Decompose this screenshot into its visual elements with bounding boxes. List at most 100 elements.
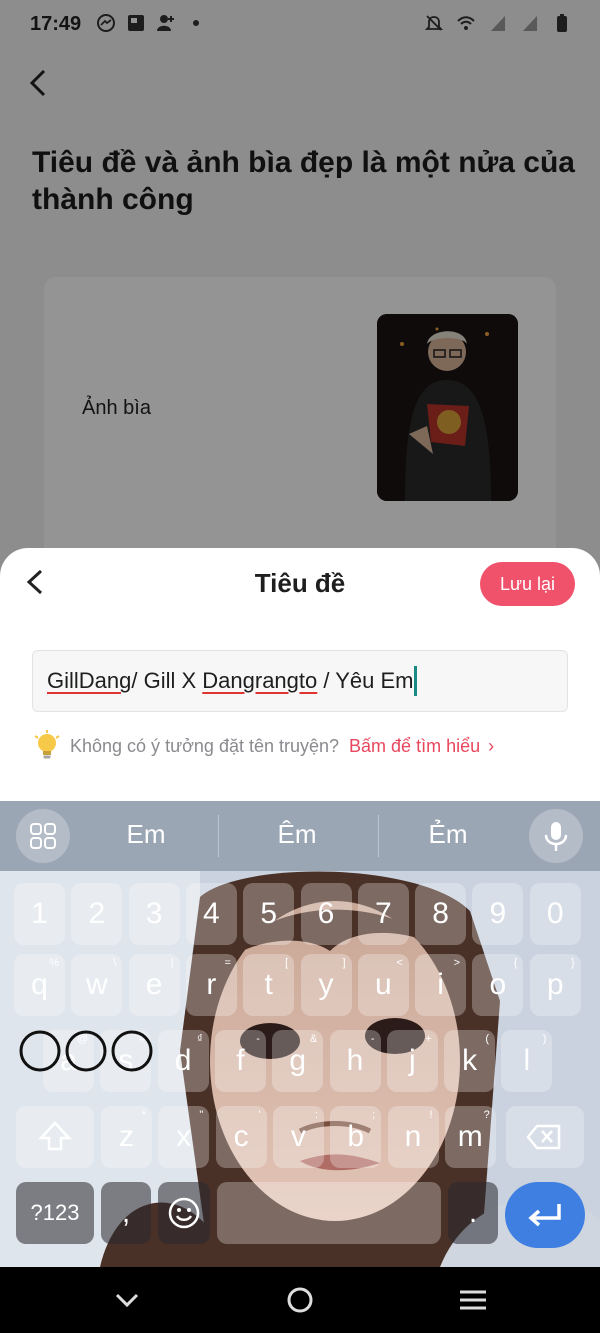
number-key[interactable]: 0: [529, 883, 581, 945]
key-hint: ): [542, 1033, 547, 1045]
letter-key[interactable]: v:: [272, 1106, 324, 1168]
letter-key[interactable]: w \: [71, 954, 123, 1016]
comma-key[interactable]: ,: [101, 1182, 151, 1244]
suggestion-word[interactable]: Em: [71, 819, 221, 850]
letter-key[interactable]: i >: [415, 954, 467, 1016]
learn-more-link[interactable]: Bấm để tìm hiểu: [349, 736, 480, 757]
key-label: j: [408, 1044, 416, 1077]
key-hint: >: [453, 957, 461, 969]
letter-key[interactable]: p}: [529, 954, 581, 1016]
key-label: r: [206, 968, 217, 1001]
symbols-key[interactable]: ?123: [16, 1182, 94, 1244]
suggestion-bar: Em Êm Ẻm: [0, 801, 600, 871]
letter-key[interactable]: c ': [215, 1106, 267, 1168]
letter-key[interactable]: t[: [243, 954, 295, 1016]
key-label: 2: [88, 897, 106, 930]
lightbulb-icon: [34, 730, 60, 759]
letter-key[interactable]: m?: [444, 1106, 496, 1168]
suggestion-word[interactable]: Ẻm: [373, 819, 523, 850]
hint-text: Không có ý tưởng đặt tên truyện?: [70, 735, 340, 756]
input-text-segment: / Yêu Em: [317, 668, 414, 693]
number-key[interactable]: 7: [357, 883, 409, 945]
letter-key[interactable]: u <: [357, 954, 409, 1016]
shift-key[interactable]: [16, 1106, 94, 1168]
emoji-icon: [168, 1197, 200, 1229]
key-label: l: [523, 1044, 531, 1077]
key-label: t: [264, 968, 273, 1001]
letter-key[interactable]: h-: [329, 1030, 381, 1092]
backspace-key[interactable]: [506, 1106, 584, 1168]
key-label: b: [347, 1120, 365, 1153]
key-hint: \: [113, 957, 117, 969]
letter-key[interactable]: y]: [300, 954, 352, 1016]
key-label: 7: [374, 897, 392, 930]
dim-overlay[interactable]: [0, 0, 600, 600]
letter-key[interactable]: f-: [214, 1030, 266, 1092]
input-text-segment: GillDang: [47, 668, 132, 693]
number-key[interactable]: 1: [14, 883, 65, 945]
letter-key[interactable]: l): [501, 1030, 553, 1092]
letter-key[interactable]: z *: [101, 1106, 152, 1168]
key-hint: *: [141, 1109, 146, 1121]
key-hint: %: [49, 957, 59, 969]
suggestion-word[interactable]: Êm: [222, 819, 372, 850]
save-button[interactable]: Lưu lại: [480, 562, 575, 606]
period-key[interactable]: .: [448, 1182, 498, 1244]
letter-key[interactable]: r =: [185, 954, 237, 1016]
number-key[interactable]: 4: [185, 883, 237, 945]
key-label: c: [233, 1120, 249, 1153]
home-circle-icon[interactable]: [284, 1284, 316, 1316]
key-label: 1: [31, 897, 48, 930]
letter-key[interactable]: k(: [444, 1030, 496, 1092]
chevron-right-icon[interactable]: ›: [488, 736, 494, 757]
title-input[interactable]: GillDang / Gill X Dangrangto / Yêu Em: [32, 650, 568, 712]
key-label: 3: [145, 897, 163, 930]
key-label: d: [174, 1044, 192, 1077]
key-hint: -: [256, 1033, 260, 1045]
title-hint: Không có ý tưởng đặt tên truyện? Bấm để …: [32, 730, 494, 762]
letter-key[interactable]: q%: [14, 954, 65, 1016]
input-text-segment: / Gill X: [131, 668, 203, 693]
number-key[interactable]: 2: [71, 883, 123, 945]
letter-key[interactable]: o{: [472, 954, 524, 1016]
enter-key[interactable]: [505, 1182, 585, 1248]
letter-key[interactable]: n!: [387, 1106, 439, 1168]
number-key[interactable]: 5: [243, 883, 295, 945]
key-label: n: [404, 1120, 422, 1153]
key-label: g: [289, 1044, 307, 1077]
number-key[interactable]: 6: [300, 883, 352, 945]
key-label: i: [437, 968, 444, 1001]
chevron-down-icon[interactable]: [111, 1284, 143, 1316]
key-hint: ': [258, 1109, 261, 1121]
apps-grid-button[interactable]: [16, 809, 70, 863]
number-key[interactable]: 9: [472, 883, 524, 945]
key-label: 5: [260, 897, 278, 930]
key-hint: {: [513, 957, 518, 969]
key-label: 4: [203, 897, 220, 930]
key-hint: [: [285, 957, 289, 969]
key-label: q: [31, 968, 48, 1001]
emoji-key[interactable]: [158, 1182, 210, 1244]
key-label: w: [85, 968, 108, 1001]
letter-key[interactable]: j +: [386, 1030, 438, 1092]
menu-icon[interactable]: [457, 1284, 489, 1316]
letter-key[interactable]: g &: [272, 1030, 324, 1092]
grid-icon: [30, 823, 56, 849]
letter-key[interactable]: d ₫: [157, 1030, 209, 1092]
key-hint: <: [396, 957, 403, 969]
number-key[interactable]: 8: [415, 883, 467, 945]
title-sheet: Tiêu đề Lưu lại GillDang / Gill X Dangra…: [0, 548, 600, 804]
letter-key[interactable]: b;: [330, 1106, 382, 1168]
microphone-button[interactable]: [529, 809, 583, 863]
key-hint: }: [571, 957, 575, 969]
number-key[interactable]: 3: [128, 883, 180, 945]
space-key[interactable]: [217, 1182, 441, 1244]
letter-key[interactable]: x ": [158, 1106, 210, 1168]
shift-icon: [38, 1121, 72, 1151]
key-hint: ₫: [196, 1033, 203, 1045]
key-label: p: [546, 968, 564, 1001]
key-label: y: [318, 968, 334, 1001]
key-label: e: [145, 968, 163, 1001]
letter-key[interactable]: e |: [128, 954, 180, 1016]
microphone-icon: [544, 822, 568, 851]
